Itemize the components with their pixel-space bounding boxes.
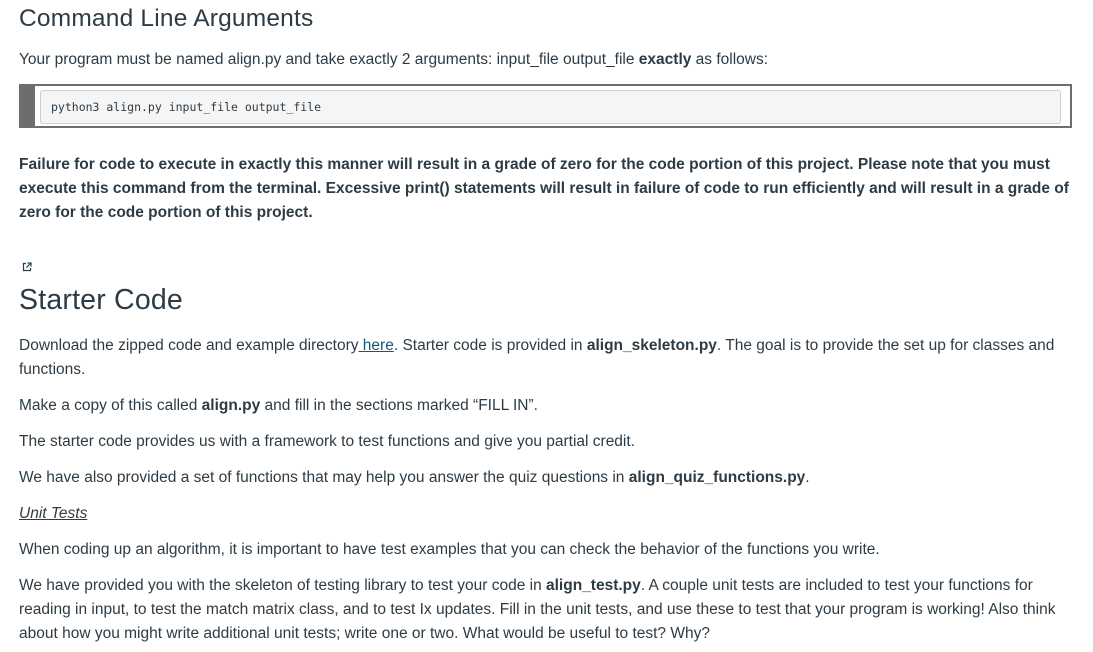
align-filename: align.py [201, 397, 261, 414]
command-line-intro: Your program must be named align.py and … [19, 48, 1069, 72]
coding-paragraph: When coding up an algorithm, it is impor… [19, 541, 880, 558]
external-link-icon[interactable] [22, 256, 32, 272]
quiz-functions-paragraph: We have also provided a set of functions… [19, 466, 1069, 490]
intro-emphasis: exactly [638, 51, 692, 68]
download-text-middle: . Starter code is provided in [393, 337, 587, 354]
test-filename: align_test.py [546, 577, 641, 594]
skeleton-text: We have provided you with the skeleton o… [19, 577, 546, 594]
command-line-arguments-heading: Command Line Arguments [19, 5, 314, 32]
skeleton-filename: align_skeleton.py [586, 337, 717, 354]
download-here-link[interactable]: here [359, 337, 394, 354]
framework-paragraph: The starter code provides us with a fram… [19, 433, 635, 450]
command-code[interactable]: python3 align.py input_file output_file [40, 90, 1061, 124]
code-block: python3 align.py input_file output_file [19, 84, 1072, 128]
intro-text-end: as follows: [691, 51, 769, 68]
test-skeleton-paragraph: We have provided you with the skeleton o… [19, 574, 1069, 646]
intro-text: Your program must be named align.py and … [19, 51, 639, 68]
starter-code-heading: Starter Code [19, 284, 183, 316]
quiz-text-end: . [805, 469, 810, 486]
download-paragraph: Download the zipped code and example dir… [19, 334, 1069, 382]
unit-tests-subheading: Unit Tests [19, 505, 88, 522]
copy-text-end: and fill in the sections marked “FILL IN… [260, 397, 538, 414]
copy-instruction: Make a copy of this called align.py and … [19, 394, 1069, 418]
execution-warning: Failure for code to execute in exactly t… [19, 156, 1069, 221]
quiz-text: We have also provided a set of functions… [19, 469, 629, 486]
quiz-filename: align_quiz_functions.py [628, 469, 806, 486]
download-text: Download the zipped code and example dir… [19, 337, 359, 354]
copy-text: Make a copy of this called [19, 397, 202, 414]
